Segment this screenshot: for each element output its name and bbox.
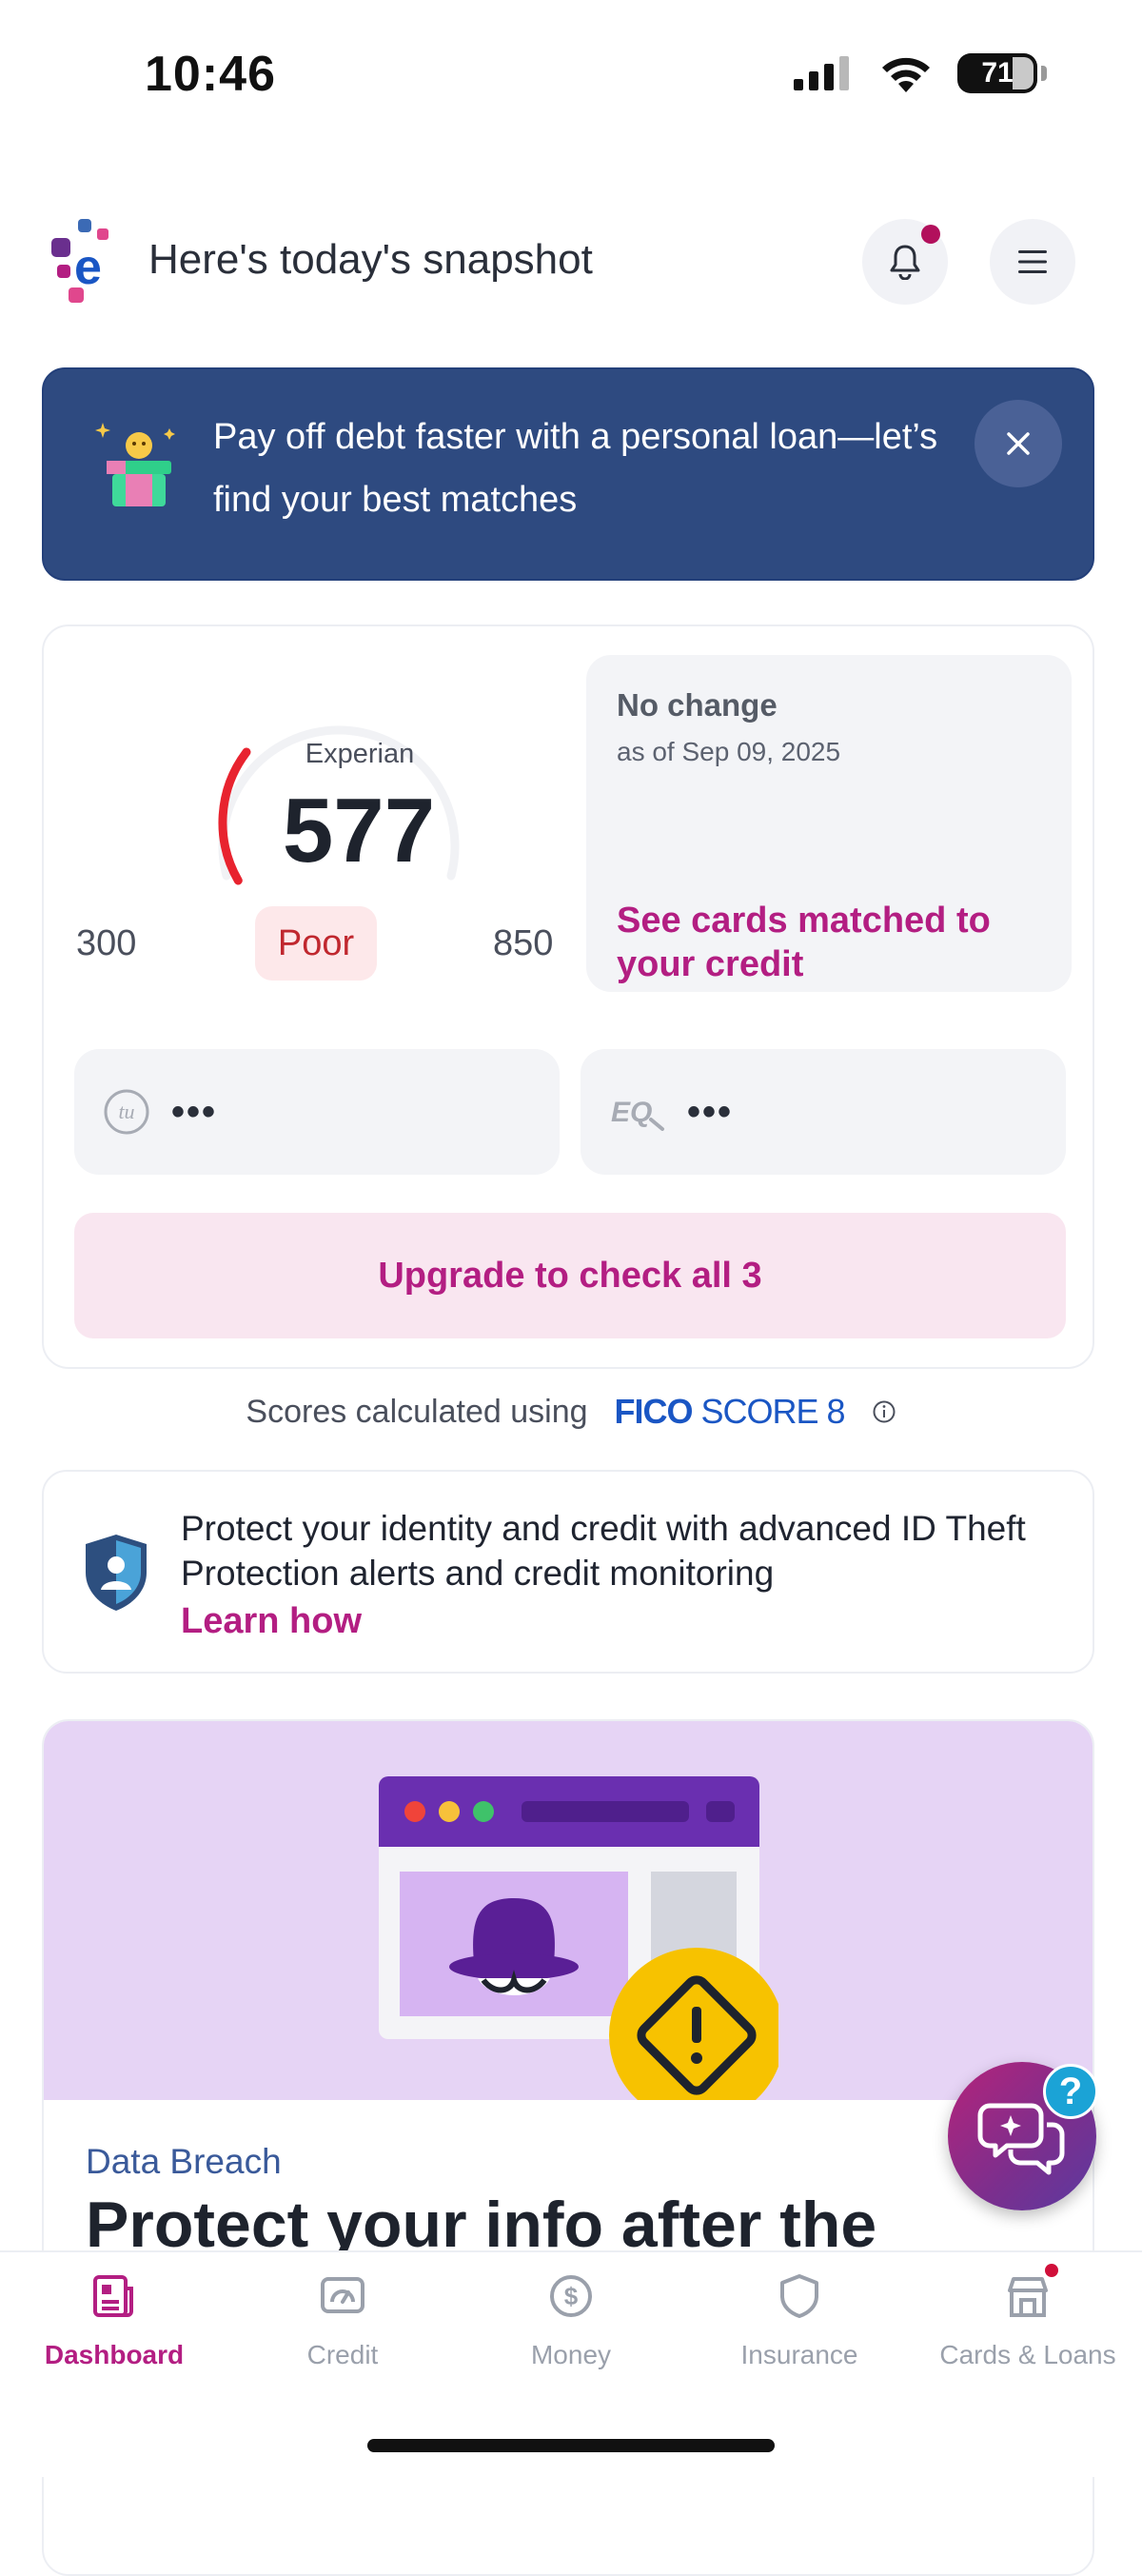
transunion-icon: tu bbox=[104, 1089, 149, 1135]
banner-text: Pay off debt faster with a personal loan… bbox=[213, 417, 938, 520]
identity-protection-card[interactable]: Protect your identity and credit with ad… bbox=[42, 1470, 1094, 1674]
status-icons: 71 bbox=[794, 53, 1047, 93]
hamburger-menu-icon bbox=[1018, 250, 1047, 273]
gift-box-icon bbox=[95, 423, 175, 506]
battery-level: 71 bbox=[981, 57, 1014, 89]
home-indicator[interactable] bbox=[367, 2439, 775, 2452]
cellular-signal-icon bbox=[794, 56, 849, 90]
browser-hacker-illustration bbox=[379, 1776, 778, 2100]
notifications-button[interactable] bbox=[862, 219, 948, 305]
fico-score-logo: FICO SCORE 8 bbox=[614, 1392, 846, 1432]
score-change-title: No change bbox=[617, 687, 778, 723]
personal-loan-banner[interactable]: Pay off debt faster with a personal loan… bbox=[42, 367, 1094, 581]
svg-text:e: e bbox=[74, 240, 102, 295]
menu-button[interactable] bbox=[990, 219, 1075, 305]
nav-item-dashboard[interactable]: Dashboard bbox=[0, 2273, 228, 2370]
score-rating-badge: Poor bbox=[255, 906, 377, 981]
nav-item-cards-loans[interactable]: Cards & Loans bbox=[914, 2273, 1142, 2370]
nav-label-insurance: Insurance bbox=[740, 2340, 858, 2369]
fico-attribution: Scores calculated using FICO SCORE 8 bbox=[0, 1392, 1142, 1432]
shield-icon bbox=[780, 2274, 818, 2318]
score-bureau-label: Experian bbox=[305, 739, 415, 769]
dollar-icon: $ bbox=[550, 2275, 592, 2317]
learn-how-link[interactable]: Learn how bbox=[181, 1601, 362, 1642]
battery-icon: 71 bbox=[957, 53, 1047, 93]
storefront-icon bbox=[1008, 2277, 1048, 2317]
score-range-max: 850 bbox=[493, 923, 554, 963]
svg-text:$: $ bbox=[564, 2282, 579, 2310]
equifax-score-value: ••• bbox=[687, 1090, 734, 1133]
bell-icon bbox=[890, 245, 920, 280]
wifi-icon bbox=[882, 57, 930, 92]
score-change-panel: No change as of Sep 09, 2025 See cards m… bbox=[586, 655, 1072, 992]
fico-brand: FICO bbox=[614, 1392, 694, 1431]
transunion-score-tile[interactable]: tu ••• bbox=[74, 1049, 560, 1175]
article-hero-illustration bbox=[44, 1721, 1093, 2100]
nav-label-cards-loans: Cards & Loans bbox=[939, 2340, 1116, 2369]
newspaper-icon bbox=[93, 2275, 133, 2317]
upgrade-button[interactable]: Upgrade to check all 3 bbox=[74, 1213, 1066, 1338]
credit-score-card: Experian 577 300 Poor 850 No change as o… bbox=[42, 624, 1094, 1369]
info-icon[interactable] bbox=[872, 1399, 896, 1424]
nav-label-money: Money bbox=[530, 2340, 612, 2369]
score-change-date: as of Sep 09, 2025 bbox=[617, 737, 841, 766]
equifax-icon: EQ bbox=[611, 1097, 664, 1131]
page-title: Here's today's snapshot bbox=[148, 236, 593, 283]
svg-text:tu: tu bbox=[118, 1100, 134, 1123]
article-category: Data Breach bbox=[86, 2142, 282, 2181]
credit-score-value: 577 bbox=[282, 780, 436, 882]
cards-loans-notification-dot bbox=[1045, 2264, 1058, 2277]
identity-protection-text: Protect your identity and credit with ad… bbox=[181, 1509, 1026, 1593]
shield-person-icon bbox=[86, 1535, 147, 1611]
speedometer-icon bbox=[321, 2277, 364, 2313]
nav-label-dashboard: Dashboard bbox=[44, 2340, 185, 2369]
svg-text:EQ: EQ bbox=[611, 1097, 652, 1128]
transunion-score-value: ••• bbox=[171, 1090, 218, 1133]
help-badge[interactable]: ? bbox=[1043, 2064, 1098, 2119]
equifax-score-tile[interactable]: EQ ••• bbox=[581, 1049, 1066, 1175]
see-matched-cards-link[interactable]: See cards matched to your credit bbox=[617, 899, 1035, 986]
close-icon bbox=[1007, 432, 1030, 455]
notification-dot bbox=[921, 225, 940, 244]
status-time: 10:46 bbox=[145, 47, 276, 102]
nav-item-insurance[interactable]: Insurance bbox=[685, 2273, 914, 2370]
score-range-min: 300 bbox=[76, 923, 137, 963]
fico-attribution-text: Scores calculated using bbox=[246, 1393, 588, 1430]
nav-label-credit: Credit bbox=[306, 2340, 379, 2369]
fico-brand-model: SCORE 8 bbox=[700, 1392, 846, 1431]
experian-logo: e bbox=[51, 219, 108, 303]
banner-close-button[interactable] bbox=[975, 400, 1062, 487]
nav-item-credit[interactable]: Credit bbox=[228, 2273, 457, 2370]
nav-item-money[interactable]: $ Money bbox=[457, 2273, 685, 2370]
